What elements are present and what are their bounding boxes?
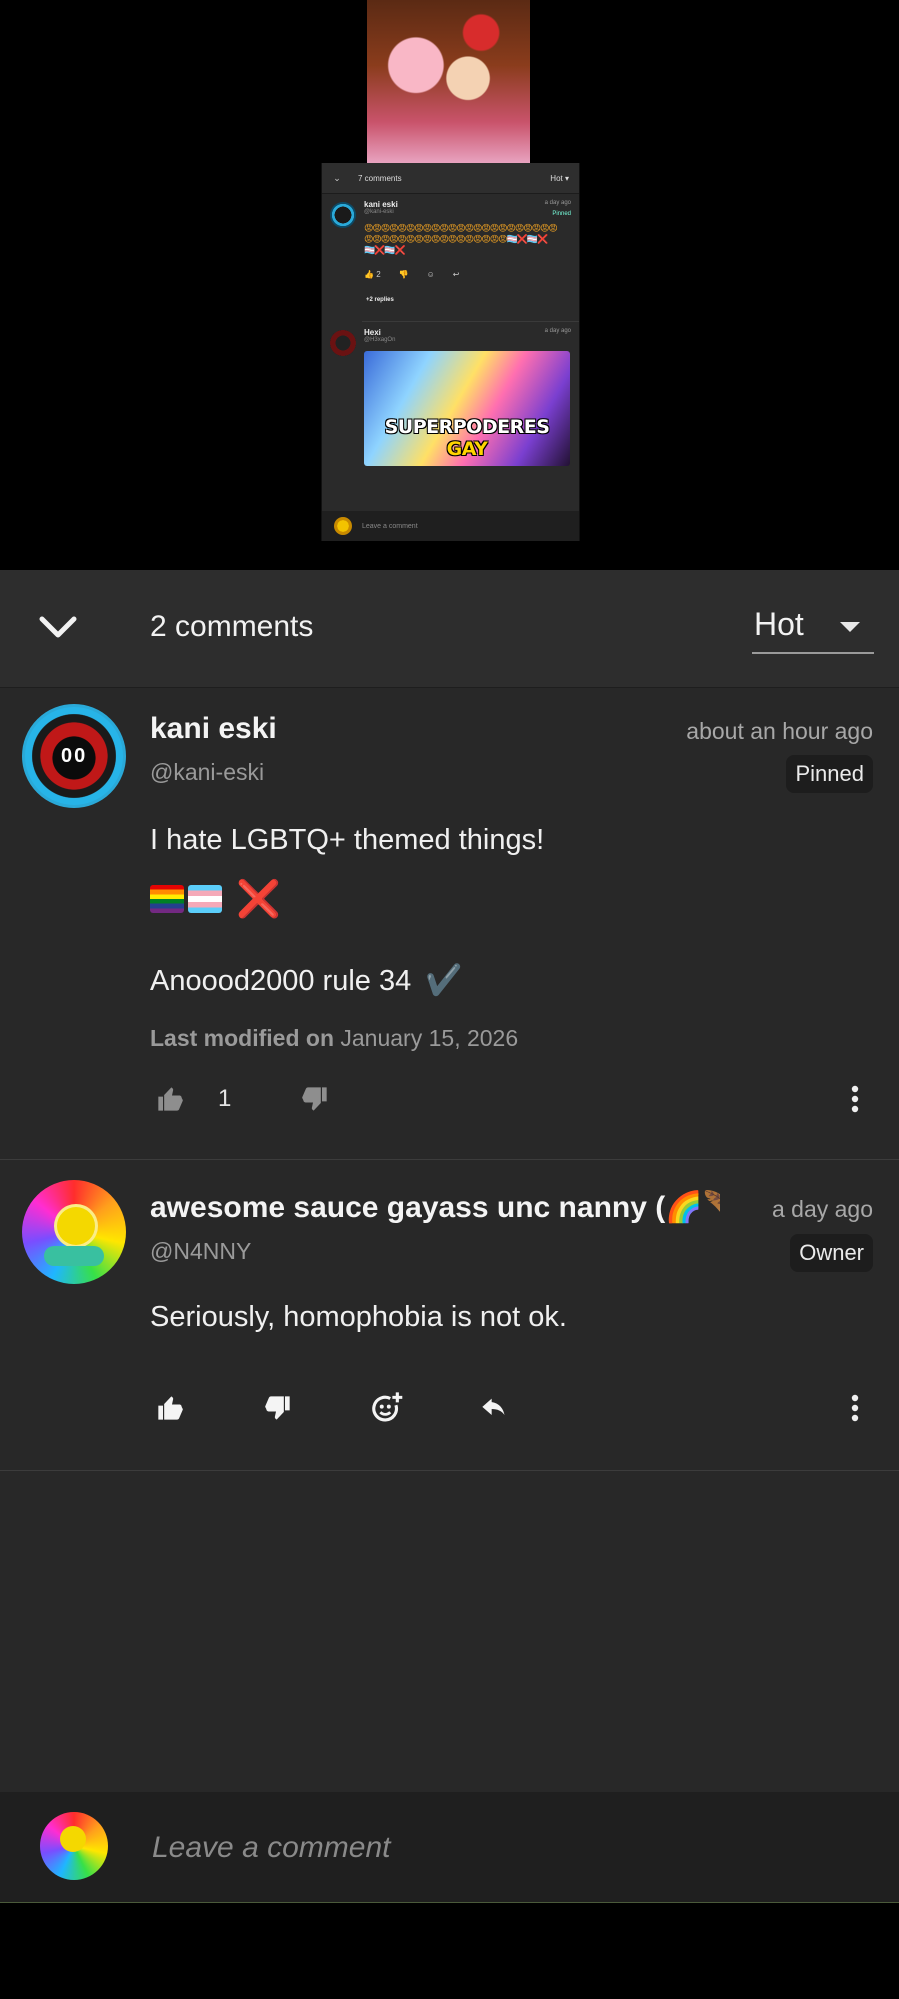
comment-timestamp: a day ago [771,1196,873,1222]
avatar-face [54,1204,98,1248]
preview-comment-2: Hexi @H3xagOn a day ago SUPERPODERES GAY [322,322,579,466]
reply-button[interactable] [474,1388,514,1428]
comment-text-line: Anoood2000 rule 34 ✔️ [150,964,463,997]
more-vertical-icon [851,1085,859,1113]
preview-username: kani eski [364,200,398,209]
preview-time-2: a day ago [544,328,571,334]
avatar-eyes: 00 [61,745,88,767]
preview-like-icon: 👍 2 [364,270,381,279]
preview-meme-image: SUPERPODERES GAY [364,351,570,466]
like-button[interactable] [150,1079,190,1119]
comment-timestamp: about an hour ago [686,718,873,744]
comment-author-handle: @N4NNY [150,1238,252,1264]
preview-sort: Hot ▾ [550,173,569,183]
sort-dropdown[interactable]: Hot [752,600,874,654]
avatar-body [44,1246,104,1266]
comment-author-name[interactable]: awesome sauce gayass unc nanny (🌈🪶 [150,1190,720,1225]
like-button[interactable] [150,1388,190,1428]
avatar[interactable] [22,1180,126,1284]
reply-icon [482,1398,505,1415]
caret-down-icon [840,622,860,632]
check-mark-icon: ✔️ [425,964,463,997]
composer-avatar [40,1812,108,1880]
transgender-flag-icon [188,885,222,913]
preview-time: a day ago [544,200,571,206]
preview-comment: kani eski @kani-eski a day ago Pinned 😡😡… [322,194,579,279]
preview-handle-2: @H3xagOn [364,337,396,343]
add-reaction-icon [372,1392,403,1422]
chevron-down-icon [39,616,77,638]
last-modified: Last modified on January 15, 2026 [150,1025,518,1052]
dislike-button[interactable] [258,1388,298,1428]
owner-badge: Owner [790,1234,873,1272]
cross-mark-icon: ❌ [236,878,281,919]
comment-author-handle: @kani-eski [150,759,265,785]
preview-avatar-2 [330,330,356,356]
christmas-artwork-image [367,0,530,163]
preview-avatar [330,202,356,228]
add-reaction-button[interactable] [366,1388,406,1428]
preview-composer-avatar [334,517,352,535]
comment-author-name[interactable]: kani eski [150,712,277,746]
thumbs-up-icon [158,1087,183,1111]
like-count: 1 [218,1085,232,1112]
sort-label: Hot [754,606,804,642]
composer-avatar-face [60,1826,86,1852]
comments-count: 2 comments [150,610,314,643]
thumbs-down-icon [265,1396,290,1420]
comments-panel: 2 comments Hot 00 kani eski @kani-eski a… [0,570,899,1903]
preview-handle: @kani-eski [364,209,394,215]
preview-username-2: Hexi [364,328,381,337]
preview-chevron-down-icon: ⌄ [333,172,341,183]
last-modified-label: Last modified on [150,1025,334,1051]
comment-text-line: Seriously, homophobia is not ok. [150,1301,567,1333]
media-preview: ⌄ 7 comments Hot ▾ kani eski @kani-eski … [0,0,899,570]
more-options-button[interactable] [835,1388,875,1428]
preview-composer: Leave a comment [322,511,579,541]
preview-reply-icon: ↩ [452,270,460,279]
comment-text-line: I hate LGBTQ+ themed things! [150,824,545,856]
comment-item: 00 kani eski @kani-eski about an hour ag… [0,687,899,1160]
thumbs-down-icon [302,1087,327,1111]
preview-pinned-badge: Pinned [552,211,571,217]
preview-dislike-icon: 👎 [398,270,409,279]
comment-composer [0,1792,899,1903]
comment-item: awesome sauce gayass unc nanny (🌈🪶 @N4NN… [0,1160,899,1471]
dislike-button[interactable] [295,1079,335,1119]
pinned-badge: Pinned [786,755,873,793]
preview-comments-screenshot: ⌄ 7 comments Hot ▾ kani eski @kani-eski … [321,163,580,541]
rainbow-flag-icon [150,885,184,913]
more-vertical-icon [851,1394,859,1422]
preview-react-icon: ☺ [426,270,435,279]
collapse-button[interactable] [34,604,82,652]
thumbs-up-icon [158,1396,183,1420]
preview-composer-placeholder: Leave a comment [362,522,418,530]
comment-input[interactable] [150,1824,854,1872]
emoji-line: ❌ [150,878,281,919]
last-modified-date: January 15, 2026 [340,1025,519,1051]
avatar[interactable]: 00 [22,704,126,808]
comments-header: 2 comments Hot [0,570,899,688]
preview-meme-caption: SUPERPODERES GAY [384,416,550,460]
preview-actions: 👍 2 👎 ☺ ↩ [364,270,571,279]
more-options-button[interactable] [835,1079,875,1119]
preview-comments-count: 7 comments [358,173,402,183]
bottom-safe-area [0,1903,899,1999]
preview-replies: +2 replies [366,297,394,303]
preview-emoji-text: 😡😡😡😡😡😡😡😡😡😡😡😡😡😡😡😡😡😡😡😡😡😡😡😡😡😡😡😡😡😡😡😡😡😡😡😡😡😡😡😡… [364,223,558,255]
preview-header: ⌄ 7 comments Hot ▾ [322,163,579,194]
